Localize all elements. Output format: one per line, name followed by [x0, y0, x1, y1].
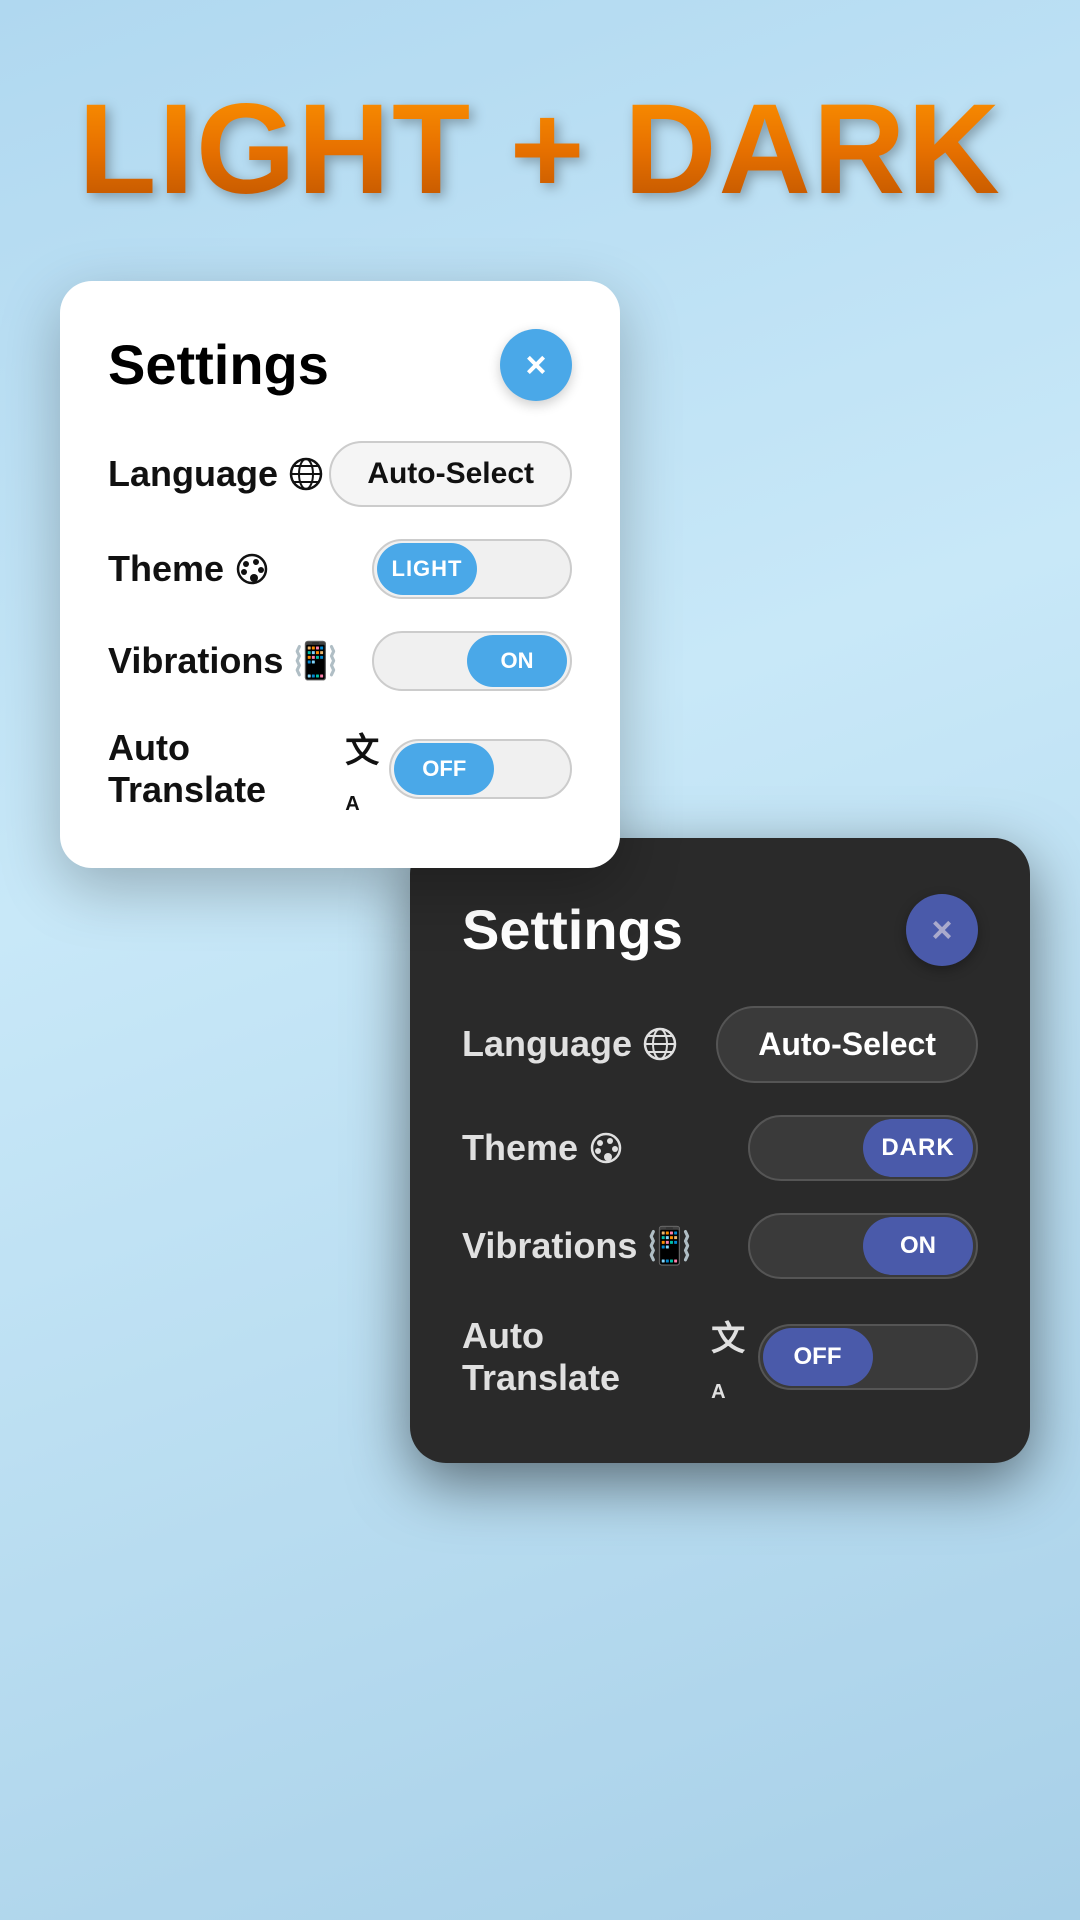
dark-vibrations-toggle[interactable]: ON	[748, 1213, 978, 1279]
light-autotranslate-row: Auto Translate 文A OFF	[108, 723, 572, 816]
translate-icon-dark: 文A	[711, 1311, 757, 1404]
translate-icon-light: 文A	[345, 723, 389, 816]
globe-icon-dark	[642, 1026, 678, 1062]
globe-icon-light	[288, 456, 324, 492]
palette-icon-dark	[588, 1130, 624, 1166]
vibration-icon-light: 📳	[293, 640, 338, 682]
light-settings-card: Settings × Language Auto-Select	[60, 281, 620, 868]
cards-container: Settings × Language Auto-Select	[40, 281, 1040, 1464]
dark-theme-knob: DARK	[863, 1119, 973, 1177]
light-autotranslate-label: Auto Translate 文A	[108, 723, 389, 816]
dark-vibrations-label: Vibrations 📳	[462, 1225, 692, 1267]
light-autotranslate-toggle[interactable]: OFF	[389, 739, 572, 799]
light-autotranslate-knob: OFF	[394, 743, 494, 795]
hero-title: Light + Dark	[78, 80, 1002, 221]
dark-close-icon: ×	[931, 912, 952, 948]
dark-vibrations-row: Vibrations 📳 ON	[462, 1213, 978, 1279]
dark-vibrations-knob: ON	[863, 1217, 973, 1275]
light-language-button[interactable]: Auto-Select	[329, 441, 572, 507]
dark-settings-card: Settings × Language Auto-Select	[410, 838, 1030, 1464]
light-theme-label: Theme	[108, 548, 270, 590]
dark-card-title: Settings	[462, 897, 683, 962]
dark-language-label: Language	[462, 1023, 678, 1065]
dark-autotranslate-label: Auto Translate 文A	[462, 1311, 758, 1404]
dark-autotranslate-knob: OFF	[763, 1328, 873, 1386]
dark-theme-label: Theme	[462, 1127, 624, 1169]
light-theme-toggle[interactable]: LIGHT	[372, 539, 572, 599]
dark-close-button[interactable]: ×	[906, 894, 978, 966]
light-vibrations-label: Vibrations 📳	[108, 640, 338, 682]
light-close-button[interactable]: ×	[500, 329, 572, 401]
light-vibrations-toggle[interactable]: ON	[372, 631, 572, 691]
light-card-header: Settings ×	[108, 329, 572, 401]
palette-icon-light	[234, 551, 270, 587]
light-language-label: Language	[108, 453, 324, 495]
light-card-title: Settings	[108, 332, 329, 397]
light-language-row: Language Auto-Select	[108, 441, 572, 507]
light-close-icon: ×	[525, 347, 546, 383]
light-theme-row: Theme LIGHT	[108, 539, 572, 599]
dark-autotranslate-toggle[interactable]: OFF	[758, 1324, 978, 1390]
light-theme-knob: LIGHT	[377, 543, 477, 595]
dark-language-row: Language Auto-Select	[462, 1006, 978, 1083]
dark-theme-toggle[interactable]: DARK	[748, 1115, 978, 1181]
dark-autotranslate-row: Auto Translate 文A OFF	[462, 1311, 978, 1404]
vibration-icon-dark: 📳	[647, 1225, 692, 1267]
dark-card-header: Settings ×	[462, 894, 978, 966]
light-vibrations-knob: ON	[467, 635, 567, 687]
dark-theme-row: Theme DARK	[462, 1115, 978, 1181]
light-vibrations-row: Vibrations 📳 ON	[108, 631, 572, 691]
dark-language-button[interactable]: Auto-Select	[716, 1006, 978, 1083]
